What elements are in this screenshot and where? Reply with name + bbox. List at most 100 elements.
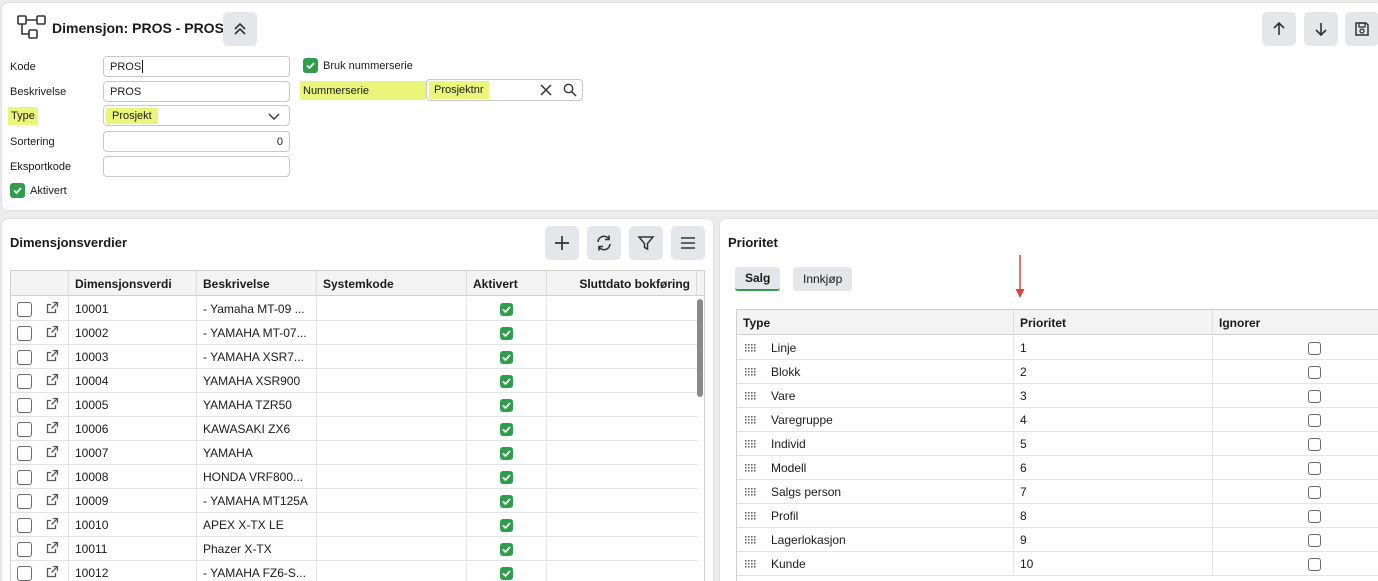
table-row[interactable]: 10005 YAMAHA TZR50	[11, 393, 697, 417]
table-row[interactable]: 10011 Phazer X-TX	[11, 537, 697, 561]
previous-record-button[interactable]	[1262, 12, 1296, 46]
next-record-button[interactable]	[1304, 12, 1338, 46]
aktivert-checkbox[interactable]	[500, 326, 513, 340]
table-row[interactable]: 10002- YAMAHA MT-07...	[11, 321, 697, 345]
open-external-icon[interactable]	[46, 349, 59, 365]
row-checkbox[interactable]	[17, 469, 32, 485]
table-row[interactable]: 10006 KAWASAKI ZX6	[11, 417, 697, 441]
table-row[interactable]: 10009- YAMAHA MT125A	[11, 489, 697, 513]
column-header-beskrivelse[interactable]: Beskrivelse	[197, 271, 317, 296]
open-external-icon[interactable]	[46, 421, 59, 437]
ignorer-checkbox[interactable]	[1308, 509, 1321, 523]
priority-row[interactable]: Vare 3	[737, 384, 1378, 408]
drag-handle-icon[interactable]	[745, 509, 757, 523]
open-external-icon[interactable]	[46, 469, 59, 485]
aktivert-checkbox[interactable]	[500, 494, 513, 508]
sortering-field[interactable]: 0	[103, 131, 290, 152]
aktivert-checkbox[interactable]	[500, 470, 513, 484]
bruk-nummerserie-checkbox[interactable]: Bruk nummerserie	[303, 58, 413, 73]
nummerserie-lookup[interactable]: Prosjektnr	[426, 79, 583, 101]
open-external-icon[interactable]	[46, 373, 59, 389]
table-row[interactable]: 10004 YAMAHA XSR900	[11, 369, 697, 393]
row-checkbox[interactable]	[17, 541, 32, 557]
menu-button[interactable]	[671, 226, 705, 260]
ignorer-checkbox[interactable]	[1308, 437, 1321, 451]
aktivert-checkbox[interactable]	[500, 518, 513, 532]
open-external-icon[interactable]	[46, 541, 59, 557]
refresh-button[interactable]	[587, 226, 621, 260]
ignorer-checkbox[interactable]	[1308, 341, 1321, 355]
clear-icon[interactable]	[539, 83, 553, 100]
drag-handle-icon[interactable]	[745, 365, 757, 379]
kode-field[interactable]: PROS	[103, 56, 290, 77]
priority-row[interactable]: Salgs person 7	[737, 480, 1378, 504]
row-checkbox[interactable]	[17, 517, 32, 533]
drag-handle-icon[interactable]	[745, 389, 757, 403]
priority-row[interactable]: Varegruppe 4	[737, 408, 1378, 432]
priority-row[interactable]: Individ 5	[737, 432, 1378, 456]
aktivert-checkbox[interactable]	[500, 398, 513, 412]
collapse-button[interactable]	[223, 12, 257, 46]
priority-row[interactable]: Blokk 2	[737, 360, 1378, 384]
aktivert-checkbox[interactable]	[500, 542, 513, 556]
row-checkbox[interactable]	[17, 493, 32, 509]
beskrivelse-field[interactable]: PROS	[103, 81, 290, 102]
tab-salg[interactable]: Salg	[735, 267, 781, 291]
open-external-icon[interactable]	[46, 565, 59, 581]
open-external-icon[interactable]	[46, 517, 59, 533]
drag-handle-icon[interactable]	[745, 341, 757, 355]
priority-row[interactable]: Lagerlokasjon 9	[737, 528, 1378, 552]
ignorer-checkbox[interactable]	[1308, 413, 1321, 427]
aktivert-checkbox[interactable]	[500, 350, 513, 364]
row-checkbox[interactable]	[17, 373, 32, 389]
row-checkbox[interactable]	[17, 565, 32, 581]
table-row[interactable]: 10008 HONDA VRF800...	[11, 465, 697, 489]
drag-handle-icon[interactable]	[745, 461, 757, 475]
aktivert-checkbox[interactable]: Aktivert	[10, 183, 67, 198]
table-row[interactable]: 10012- YAMAHA FZ6-S...	[11, 561, 697, 581]
drag-handle-icon[interactable]	[745, 557, 757, 571]
add-button[interactable]	[545, 226, 579, 260]
open-external-icon[interactable]	[46, 493, 59, 509]
column-header-type[interactable]: Type	[737, 310, 1014, 335]
drag-handle-icon[interactable]	[745, 485, 757, 499]
column-header-aktivert[interactable]: Aktivert	[467, 271, 547, 296]
column-header-prioritet[interactable]: Prioritet	[1014, 310, 1213, 335]
ignorer-checkbox[interactable]	[1308, 485, 1321, 499]
ignorer-checkbox[interactable]	[1308, 365, 1321, 379]
drag-handle-icon[interactable]	[745, 413, 757, 427]
row-checkbox[interactable]	[17, 325, 32, 341]
priority-row[interactable]: Profil 8	[737, 504, 1378, 528]
drag-handle-icon[interactable]	[745, 437, 757, 451]
search-icon[interactable]	[563, 83, 577, 100]
ignorer-checkbox[interactable]	[1308, 557, 1321, 571]
column-header-sluttdato[interactable]: Sluttdato bokføring	[547, 271, 697, 296]
vertical-scrollbar[interactable]	[697, 299, 703, 397]
save-button[interactable]	[1345, 12, 1378, 46]
ignorer-checkbox[interactable]	[1308, 461, 1321, 475]
priority-row[interactable]: Modell 6	[737, 456, 1378, 480]
open-external-icon[interactable]	[46, 301, 59, 317]
row-checkbox[interactable]	[17, 421, 32, 437]
aktivert-checkbox[interactable]	[500, 374, 513, 388]
open-external-icon[interactable]	[46, 445, 59, 461]
row-checkbox[interactable]	[17, 445, 32, 461]
row-checkbox[interactable]	[17, 349, 32, 365]
filter-button[interactable]	[629, 226, 663, 260]
aktivert-checkbox[interactable]	[500, 566, 513, 580]
column-header-dimensjonsverdi[interactable]: Dimensjonsverdi	[69, 271, 197, 296]
eksportkode-field[interactable]	[103, 156, 290, 177]
aktivert-checkbox[interactable]	[500, 422, 513, 436]
table-row[interactable]: 10003- YAMAHA XSR7...	[11, 345, 697, 369]
table-row[interactable]: 10001- Yamaha MT-09 ...	[11, 297, 697, 321]
aktivert-checkbox[interactable]	[500, 302, 513, 316]
type-select[interactable]: Prosjekt	[103, 105, 290, 126]
aktivert-checkbox[interactable]	[500, 446, 513, 460]
column-header-systemkode[interactable]: Systemkode	[317, 271, 467, 296]
column-header-ignorer[interactable]: Ignorer	[1213, 310, 1378, 335]
priority-row[interactable]: Kunde 10	[737, 552, 1378, 576]
ignorer-checkbox[interactable]	[1308, 533, 1321, 547]
open-external-icon[interactable]	[46, 397, 59, 413]
tab-innkjop[interactable]: Innkjøp	[793, 267, 853, 291]
row-checkbox[interactable]	[17, 301, 32, 317]
